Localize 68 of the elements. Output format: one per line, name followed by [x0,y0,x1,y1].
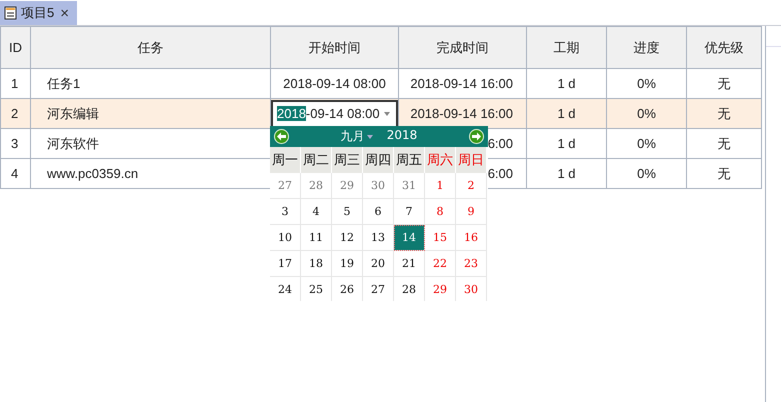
progress-cell: 0% [606,98,686,128]
calendar-day[interactable]: 15 [425,225,456,251]
calendar-day[interactable]: 24 [270,277,301,301]
column-header[interactable]: 完成时间 [398,26,526,68]
row-number: 4 [0,158,30,188]
duration-cell: 1 d [526,128,606,158]
calendar-day[interactable]: 25 [301,277,332,301]
calendar-day[interactable]: 21 [394,251,425,277]
month-dropdown[interactable]: 九月 [340,128,373,145]
calendar-day[interactable]: 1 [425,173,456,199]
date-input-field[interactable]: 2018-09-14 08:00 [271,100,398,128]
calendar-day[interactable]: 29 [425,277,456,301]
priority-cell: 无 [686,128,762,158]
progress-cell: 0% [606,158,686,188]
calendar-day[interactable]: 28 [394,277,425,301]
calendar-day[interactable]: 4 [301,199,332,225]
column-header[interactable]: ID [0,26,30,68]
duration-cell: 1 d [526,98,606,128]
project-tab[interactable]: 项目5 × [0,1,77,25]
calendar-day[interactable]: 2 [456,173,487,199]
column-header[interactable]: 优先级 [686,26,762,68]
progress-cell: 0% [606,128,686,158]
calendar-day[interactable]: 20 [363,251,394,277]
calendar-day[interactable]: 28 [301,173,332,199]
calendar-day[interactable]: 30 [456,277,487,301]
calendar-day[interactable]: 30 [363,173,394,199]
close-tab-button[interactable]: × [58,4,71,22]
calendar-day[interactable]: 23 [456,251,487,277]
calendar-day[interactable]: 19 [332,251,363,277]
calendar-day[interactable]: 29 [332,173,363,199]
column-header[interactable]: 进度 [606,26,686,68]
calendar-day[interactable]: 9 [456,199,487,225]
calendar-day[interactable]: 18 [301,251,332,277]
calendar-day[interactable]: 17 [270,251,301,277]
calendar-day[interactable]: 27 [363,277,394,301]
column-header[interactable]: 工期 [526,26,606,68]
finish-time-cell: 2018-09-14 16:00 [398,98,526,128]
weekday-label: 周日 [456,147,487,173]
document-icon [4,6,17,20]
next-month-button[interactable] [469,129,484,144]
calendar-day[interactable]: 14 [394,225,425,251]
calendar-day[interactable]: 16 [456,225,487,251]
calendar-day[interactable]: 11 [301,225,332,251]
priority-cell: 无 [686,158,762,188]
calendar-day[interactable]: 3 [270,199,301,225]
calendar-day[interactable]: 27 [270,173,301,199]
column-header[interactable]: 开始时间 [270,26,398,68]
priority-cell: 无 [686,98,762,128]
duration-cell: 1 d [526,158,606,188]
calendar-day[interactable]: 22 [425,251,456,277]
column-header[interactable]: 任务 [30,26,270,68]
weekday-label: 周六 [425,147,456,173]
calendar-day[interactable]: 8 [425,199,456,225]
row-number: 3 [0,128,30,158]
weekday-label: 周三 [332,147,363,173]
calendar-day[interactable]: 6 [363,199,394,225]
row-number: 2 [0,98,30,128]
calendar-day[interactable]: 26 [332,277,363,301]
calendar-day[interactable]: 31 [394,173,425,199]
weekday-label: 周二 [301,147,332,173]
weekday-label: 周一 [270,147,301,173]
weekday-label: 周四 [363,147,394,173]
weekday-label: 周五 [394,147,425,173]
previous-month-button[interactable] [274,129,289,144]
calendar-day[interactable]: 12 [332,225,363,251]
calendar-day[interactable]: 5 [332,199,363,225]
calendar-day[interactable]: 10 [270,225,301,251]
task-name-cell: 河东编辑 [30,98,270,128]
